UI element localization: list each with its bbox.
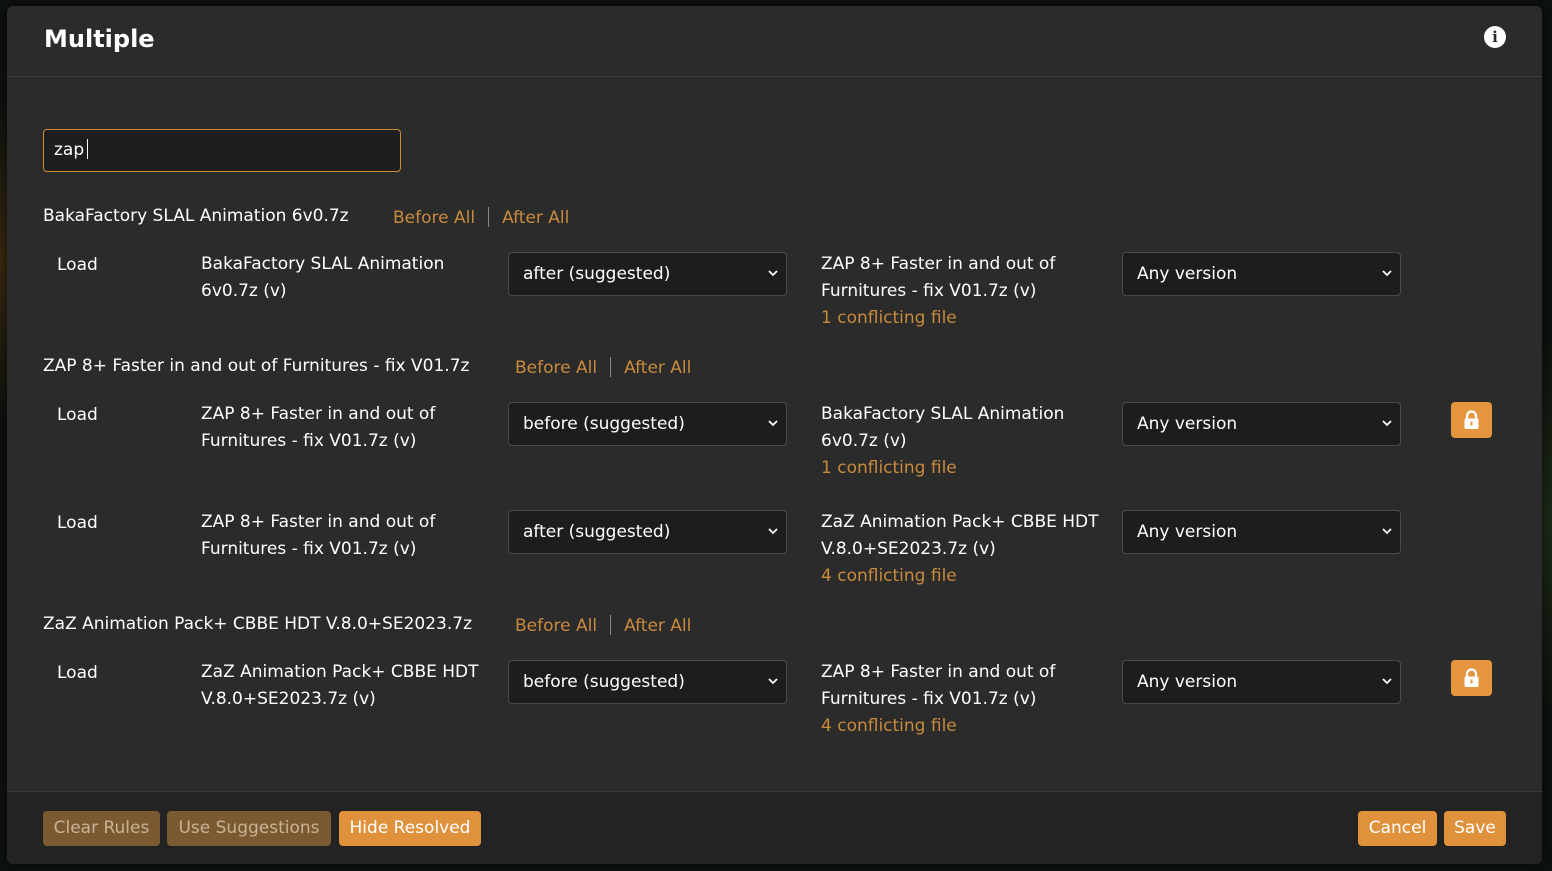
after-all-link[interactable]: After All: [624, 616, 691, 636]
conflict-rules-dialog: Multiple i zap BakaFactory SLAL Animatio…: [7, 6, 1542, 864]
version-select[interactable]: Any version: [1122, 402, 1401, 446]
version-select[interactable]: Any version: [1122, 660, 1401, 704]
rule-order-value: before (suggested): [523, 414, 685, 434]
use-suggestions-button[interactable]: Use Suggestions: [167, 811, 331, 846]
target-mod-name: ZAP 8+ Faster in and out of Furnitures -…: [821, 254, 1056, 301]
text-caret: [87, 139, 89, 159]
lock-icon: [1464, 668, 1479, 687]
cancel-button[interactable]: Cancel: [1358, 811, 1437, 846]
chevron-down-icon: [768, 270, 778, 277]
load-label: Load: [57, 405, 98, 425]
search-input[interactable]: zap: [43, 129, 401, 172]
rule-order-select[interactable]: before (suggested): [508, 660, 787, 704]
dialog-title: Multiple: [44, 25, 155, 53]
version-value: Any version: [1137, 264, 1238, 284]
chevron-down-icon: [1382, 420, 1392, 427]
source-mod-name: BakaFactory SLAL Animation 6v0.7z (v): [201, 254, 445, 301]
group-title: ZAP 8+ Faster in and out of Furnitures -…: [43, 356, 470, 376]
chevron-down-icon: [1382, 528, 1392, 535]
chevron-down-icon: [1382, 678, 1392, 685]
after-all-link[interactable]: After All: [624, 358, 691, 378]
save-button[interactable]: Save: [1444, 811, 1506, 846]
dialog-footer: Clear Rules Use Suggestions Hide Resolve…: [7, 791, 1542, 864]
conflicting-files-link[interactable]: 4 conflicting file: [821, 713, 1111, 740]
rule-order-select[interactable]: after (suggested): [508, 252, 787, 296]
target-mod: BakaFactory SLAL Animation 6v0.7z (v) 1 …: [821, 401, 1111, 482]
target-mod-name: ZAP 8+ Faster in and out of Furnitures -…: [821, 662, 1056, 709]
chevron-down-icon: [768, 678, 778, 685]
chevron-down-icon: [768, 420, 778, 427]
before-all-link[interactable]: Before All: [515, 616, 597, 636]
target-mod: ZAP 8+ Faster in and out of Furnitures -…: [821, 251, 1111, 332]
load-label: Load: [57, 663, 98, 683]
group-title: ZaZ Animation Pack+ CBBE HDT V.8.0+SE202…: [43, 614, 472, 634]
lock-icon: [1464, 410, 1479, 429]
divider: [610, 357, 612, 377]
target-mod-name: ZaZ Animation Pack+ CBBE HDT V.8.0+SE202…: [821, 512, 1099, 559]
lock-rule-button[interactable]: [1451, 402, 1492, 438]
conflicting-files-link[interactable]: 1 conflicting file: [821, 305, 1111, 332]
rule-order-value: after (suggested): [523, 264, 671, 284]
hide-resolved-button[interactable]: Hide Resolved: [339, 811, 481, 846]
source-mod-name: ZAP 8+ Faster in and out of Furnitures -…: [201, 512, 436, 559]
group-actions: Before All After All: [393, 207, 569, 228]
divider: [610, 615, 612, 635]
version-value: Any version: [1137, 414, 1238, 434]
rule-order-value: after (suggested): [523, 522, 671, 542]
version-select[interactable]: Any version: [1122, 252, 1401, 296]
target-mod: ZaZ Animation Pack+ CBBE HDT V.8.0+SE202…: [821, 509, 1111, 590]
lock-rule-button[interactable]: [1451, 660, 1492, 696]
rule-order-value: before (suggested): [523, 672, 685, 692]
clear-rules-button[interactable]: Clear Rules: [43, 811, 160, 846]
rule-order-select[interactable]: after (suggested): [508, 510, 787, 554]
conflicting-files-link[interactable]: 1 conflicting file: [821, 455, 1111, 482]
load-label: Load: [57, 255, 98, 275]
divider: [488, 207, 490, 227]
source-mod-name: ZaZ Animation Pack+ CBBE HDT V.8.0+SE202…: [201, 662, 479, 709]
chevron-down-icon: [1382, 270, 1392, 277]
after-all-link[interactable]: After All: [502, 208, 569, 228]
conflicting-files-link[interactable]: 4 conflicting file: [821, 563, 1111, 590]
load-label: Load: [57, 513, 98, 533]
dialog-header: Multiple i: [7, 6, 1542, 77]
info-icon[interactable]: i: [1484, 26, 1506, 48]
chevron-down-icon: [768, 528, 778, 535]
group-actions: Before All After All: [515, 357, 691, 378]
source-mod-name: ZAP 8+ Faster in and out of Furnitures -…: [201, 404, 436, 451]
version-value: Any version: [1137, 522, 1238, 542]
version-select[interactable]: Any version: [1122, 510, 1401, 554]
before-all-link[interactable]: Before All: [515, 358, 597, 378]
target-mod: ZAP 8+ Faster in and out of Furnitures -…: [821, 659, 1111, 740]
before-all-link[interactable]: Before All: [393, 208, 475, 228]
group-actions: Before All After All: [515, 615, 691, 636]
group-title: BakaFactory SLAL Animation 6v0.7z: [43, 206, 349, 226]
version-value: Any version: [1137, 672, 1238, 692]
search-input-value: zap: [54, 140, 85, 160]
rule-order-select[interactable]: before (suggested): [508, 402, 787, 446]
target-mod-name: BakaFactory SLAL Animation 6v0.7z (v): [821, 404, 1065, 451]
